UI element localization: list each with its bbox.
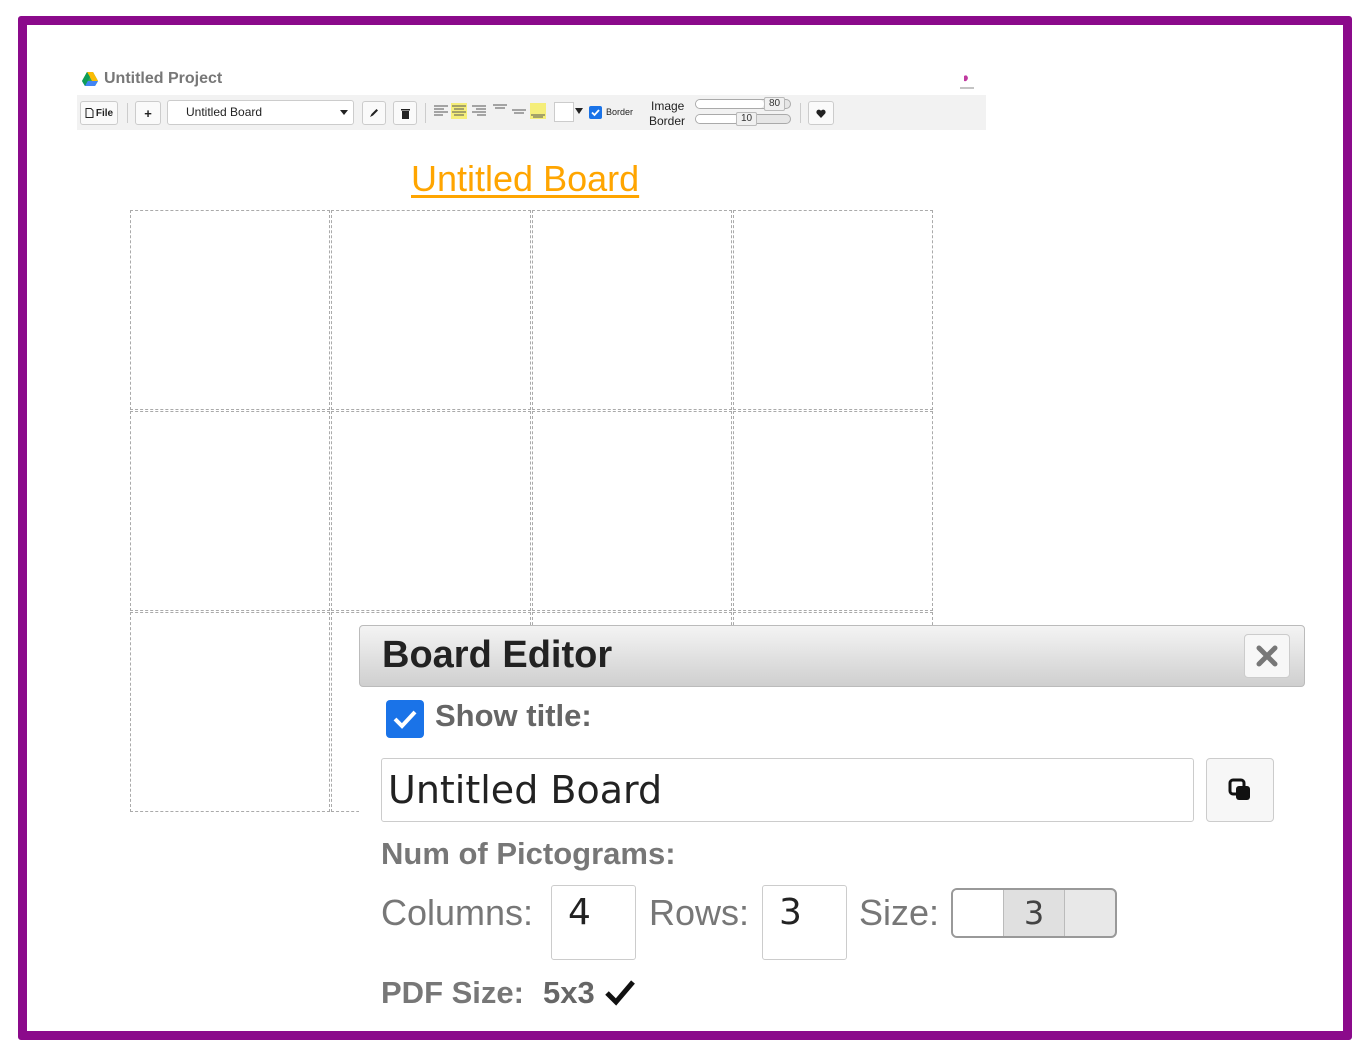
image-slider-fill xyxy=(696,100,764,108)
toolbar: File + Untitled Board Border Image Borde… xyxy=(77,95,986,130)
board-title[interactable]: Untitled Board xyxy=(411,158,639,200)
heart-icon xyxy=(816,109,826,118)
color-dropdown-icon[interactable] xyxy=(575,108,583,114)
dialog-header: Board Editor xyxy=(359,625,1305,687)
checkmark-icon xyxy=(393,710,417,729)
close-button[interactable] xyxy=(1244,634,1290,678)
border-slider-label: Border xyxy=(649,114,686,128)
file-button-label: File xyxy=(95,107,114,119)
board-editor-dialog: Board Editor Show title: Untitled Board … xyxy=(359,625,1305,1025)
size-slider-fill xyxy=(953,890,1003,936)
pictogram-cell[interactable] xyxy=(130,411,330,611)
border-slider-fill xyxy=(696,115,739,123)
delete-board-button[interactable] xyxy=(393,101,417,125)
pictogram-cell[interactable] xyxy=(331,411,531,611)
rows-input[interactable]: 3 xyxy=(762,885,847,960)
checkmark-icon xyxy=(591,109,600,117)
image-slider[interactable]: 80 xyxy=(695,97,791,111)
align-middle-icon[interactable] xyxy=(511,103,527,119)
show-title-checkbox[interactable] xyxy=(386,700,424,738)
pdf-size-label: PDF Size: xyxy=(381,975,524,1010)
project-header: Untitled Project xyxy=(82,70,222,88)
dialog-title: Board Editor xyxy=(382,634,613,676)
chevron-down-icon xyxy=(340,110,348,115)
border-checkbox-label: Border xyxy=(606,107,634,117)
pictogram-cell[interactable] xyxy=(130,612,330,812)
columns-input[interactable]: 4 xyxy=(551,885,636,960)
pictogram-cell[interactable] xyxy=(733,210,933,410)
edit-board-button[interactable] xyxy=(362,101,386,125)
title-input[interactable]: Untitled Board xyxy=(381,758,1194,822)
image-slider-label: Image xyxy=(651,99,685,113)
show-title-label: Show title: xyxy=(435,698,592,733)
pictogram-cell[interactable] xyxy=(532,210,732,410)
add-board-button[interactable]: + xyxy=(135,101,161,125)
image-slider-value: 80 xyxy=(764,97,786,111)
close-icon xyxy=(1256,645,1278,667)
align-center-icon[interactable] xyxy=(451,103,467,119)
pencil-icon xyxy=(370,109,378,117)
align-left-icon[interactable] xyxy=(433,103,449,119)
trash-icon xyxy=(400,108,410,119)
copy-button[interactable] xyxy=(1206,758,1274,822)
size-slider-handle[interactable]: 3 xyxy=(1003,890,1065,936)
favorite-button[interactable] xyxy=(808,101,834,125)
rows-label: Rows: xyxy=(649,892,750,933)
pictogram-cell[interactable] xyxy=(532,411,732,611)
file-icon xyxy=(85,108,94,118)
size-slider[interactable]: 3 xyxy=(951,888,1117,938)
border-slider-value: 10 xyxy=(736,112,758,126)
checkmark-icon xyxy=(605,980,635,1006)
drive-icon xyxy=(82,72,98,86)
board-select-value: Untitled Board xyxy=(186,105,263,119)
border-checkbox[interactable] xyxy=(589,106,602,119)
align-right-icon[interactable] xyxy=(471,103,487,119)
border-slider[interactable]: 10 xyxy=(695,112,791,126)
pictogram-cell[interactable] xyxy=(331,210,531,410)
pictogram-cell[interactable] xyxy=(130,210,330,410)
pictogram-cell[interactable] xyxy=(733,411,933,611)
align-bottom-icon[interactable] xyxy=(530,103,546,119)
board-select[interactable]: Untitled Board xyxy=(167,100,354,125)
project-title[interactable]: Untitled Project xyxy=(104,70,222,88)
size-label: Size: xyxy=(859,892,940,933)
logo-icon xyxy=(960,75,974,89)
file-button[interactable]: File xyxy=(80,101,118,125)
pdf-size-value: 5x3 xyxy=(543,975,595,1010)
align-top-icon[interactable] xyxy=(492,103,508,119)
num-pictograms-label: Num of Pictograms: xyxy=(381,836,676,871)
columns-label: Columns: xyxy=(381,892,534,933)
copy-icon xyxy=(1228,778,1250,800)
color-picker[interactable] xyxy=(554,102,574,122)
